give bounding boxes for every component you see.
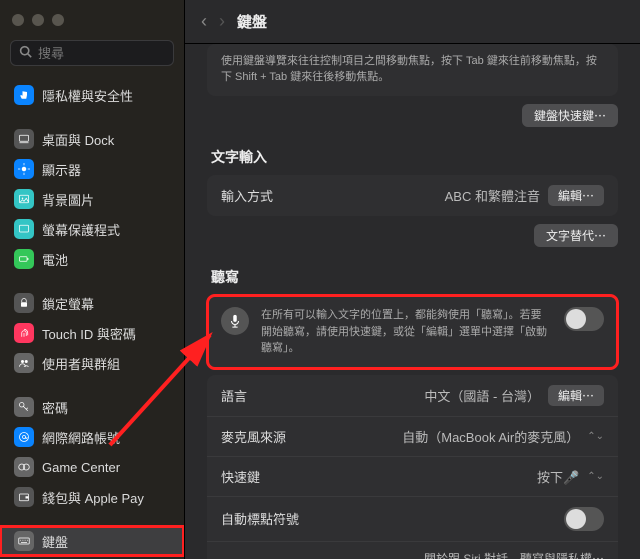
sidebar-item-sun[interactable]: 顯示器	[0, 154, 184, 184]
dictation-language-row: 語言 中文（國語 - 台灣） 編輯⋯	[207, 375, 618, 417]
sidebar-nav: 隱私權與安全性桌面與 Dock 顯示器背景圖片螢幕保護程式電池鎖定螢幕 Touch …	[0, 76, 184, 559]
wallet-icon	[14, 487, 34, 507]
chevron-updown-icon: ⌃⌄	[587, 431, 604, 442]
microphone-icon	[221, 307, 249, 335]
mic-source-label: 麥克風來源	[221, 427, 286, 446]
key-icon	[14, 397, 34, 417]
sidebar-item-keyboard[interactable]: 鍵盤	[0, 526, 184, 556]
sidebar-item-label: 背景圖片	[42, 190, 94, 209]
main-pane: ‹ › 鍵盤 使用鍵盤導覽來往往控制項目之間移動焦點，按下 Tab 鍵來往前移動…	[185, 0, 640, 559]
section-title-text-input: 文字輸入	[211, 147, 618, 167]
input-source-row: 輸入方式 ABC 和繁體注音 編輯⋯	[207, 175, 618, 216]
at-icon	[14, 427, 34, 447]
battery-icon	[14, 249, 34, 269]
sidebar-item-label: Touch ID 與密碼	[42, 324, 136, 343]
sidebar-item-label: 密碼	[42, 398, 68, 417]
keyboard-icon	[14, 531, 34, 551]
input-source-value: ABC 和繁體注音	[445, 186, 540, 205]
minimize-window-icon[interactable]	[32, 14, 44, 26]
sidebar-item-label: 螢幕保護程式	[42, 220, 120, 239]
sidebar-item-game[interactable]: Game Center	[0, 452, 184, 482]
sidebar-item-photo[interactable]: 背景圖片	[0, 184, 184, 214]
keyboard-nav-note-panel: 使用鍵盤導覽來往往控制項目之間移動焦點，按下 Tab 鍵來往前移動焦點，按下 S…	[207, 44, 618, 96]
auto-punctuation-row: 自動標點符號	[207, 497, 618, 542]
desktop-icon	[14, 129, 34, 149]
sidebar-item-users[interactable]: 使用者與群組	[0, 348, 184, 378]
sidebar-item-label: 網際網路帳號	[42, 428, 120, 447]
input-source-label: 輸入方式	[221, 186, 273, 205]
sidebar-item-label: 鍵盤	[42, 532, 68, 551]
page-title: 鍵盤	[237, 11, 267, 32]
keyboard-nav-note-text: 使用鍵盤導覽來往往控制項目之間移動焦點，按下 Tab 鍵來往前移動焦點，按下 S…	[221, 52, 604, 84]
chevron-updown-icon: ⌃⌄	[587, 471, 604, 482]
edit-input-source-button[interactable]: 編輯⋯	[548, 185, 604, 206]
game-icon	[14, 457, 34, 477]
siri-privacy-link[interactable]: 關於跟 Siri 對話、聽寫與隱私權⋯	[207, 542, 618, 559]
sidebar-item-label: 電池	[42, 250, 68, 269]
photo-icon	[14, 189, 34, 209]
sidebar-item-hand[interactable]: 隱私權與安全性	[0, 80, 184, 110]
dictation-language-value: 中文（國語 - 台灣）	[424, 386, 540, 405]
text-substitution-button[interactable]: 文字替代⋯	[534, 224, 618, 247]
sidebar-item-label: 顯示器	[42, 160, 81, 179]
auto-punctuation-toggle[interactable]	[564, 507, 604, 531]
main-header: ‹ › 鍵盤	[185, 0, 640, 44]
finger-icon	[14, 323, 34, 343]
sidebar-item-desktop[interactable]: 桌面與 Dock	[0, 124, 184, 154]
sun-icon	[14, 159, 34, 179]
back-button[interactable]: ‹	[201, 11, 207, 32]
users-icon	[14, 353, 34, 373]
sidebar-item-key[interactable]: 密碼	[0, 392, 184, 422]
sidebar-item-label: 隱私權與安全性	[42, 86, 133, 105]
sidebar-item-label: Game Center	[42, 460, 120, 475]
lock-icon	[14, 293, 34, 313]
shortcut-value: 按下🎤	[537, 467, 579, 486]
zoom-window-icon[interactable]	[52, 14, 64, 26]
sidebar-item-finger[interactable]: Touch ID 與密碼	[0, 318, 184, 348]
search-icon	[19, 45, 32, 61]
shortcut-label: 快速鍵	[221, 467, 260, 486]
mic-source-row[interactable]: 麥克風來源 自動（MacBook Air的麥克風） ⌃⌄	[207, 417, 618, 457]
screen-icon	[14, 219, 34, 239]
edit-language-button[interactable]: 編輯⋯	[548, 385, 604, 406]
sidebar-item-wallet[interactable]: 錢包與 Apple Pay	[0, 482, 184, 512]
sidebar-item-label: 鎖定螢幕	[42, 294, 94, 313]
section-title-dictation: 聽寫	[211, 267, 618, 287]
dictation-language-label: 語言	[221, 386, 247, 405]
sidebar-item-label: 桌面與 Dock	[42, 130, 114, 149]
titlebar	[0, 0, 184, 40]
dictation-description: 在所有可以輸入文字的位置上，都能夠使用「聽寫」。若要開始聽寫，請使用快速鍵，或從…	[261, 307, 552, 357]
close-window-icon[interactable]	[12, 14, 24, 26]
forward-button[interactable]: ›	[219, 11, 225, 32]
sidebar-item-lock[interactable]: 鎖定螢幕	[0, 288, 184, 318]
hand-icon	[14, 85, 34, 105]
dictation-toggle[interactable]	[564, 307, 604, 331]
search-field[interactable]	[10, 40, 174, 66]
sidebar-item-screen[interactable]: 螢幕保護程式	[0, 214, 184, 244]
keyboard-shortcuts-button[interactable]: 鍵盤快速鍵⋯	[522, 104, 618, 127]
sidebar-item-battery[interactable]: 電池	[0, 244, 184, 274]
sidebar-item-at[interactable]: 網際網路帳號	[0, 422, 184, 452]
auto-punctuation-label: 自動標點符號	[221, 509, 299, 528]
sidebar-item-label: 使用者與群組	[42, 354, 120, 373]
sidebar-item-label: 錢包與 Apple Pay	[42, 488, 144, 507]
shortcut-row[interactable]: 快速鍵 按下🎤 ⌃⌄	[207, 457, 618, 497]
mic-source-value: 自動（MacBook Air的麥克風）	[402, 427, 579, 446]
dictation-toggle-highlight: 在所有可以輸入文字的位置上，都能夠使用「聽寫」。若要開始聽寫，請使用快速鍵，或從…	[207, 295, 618, 369]
sidebar: 隱私權與安全性桌面與 Dock 顯示器背景圖片螢幕保護程式電池鎖定螢幕 Touch …	[0, 0, 185, 559]
